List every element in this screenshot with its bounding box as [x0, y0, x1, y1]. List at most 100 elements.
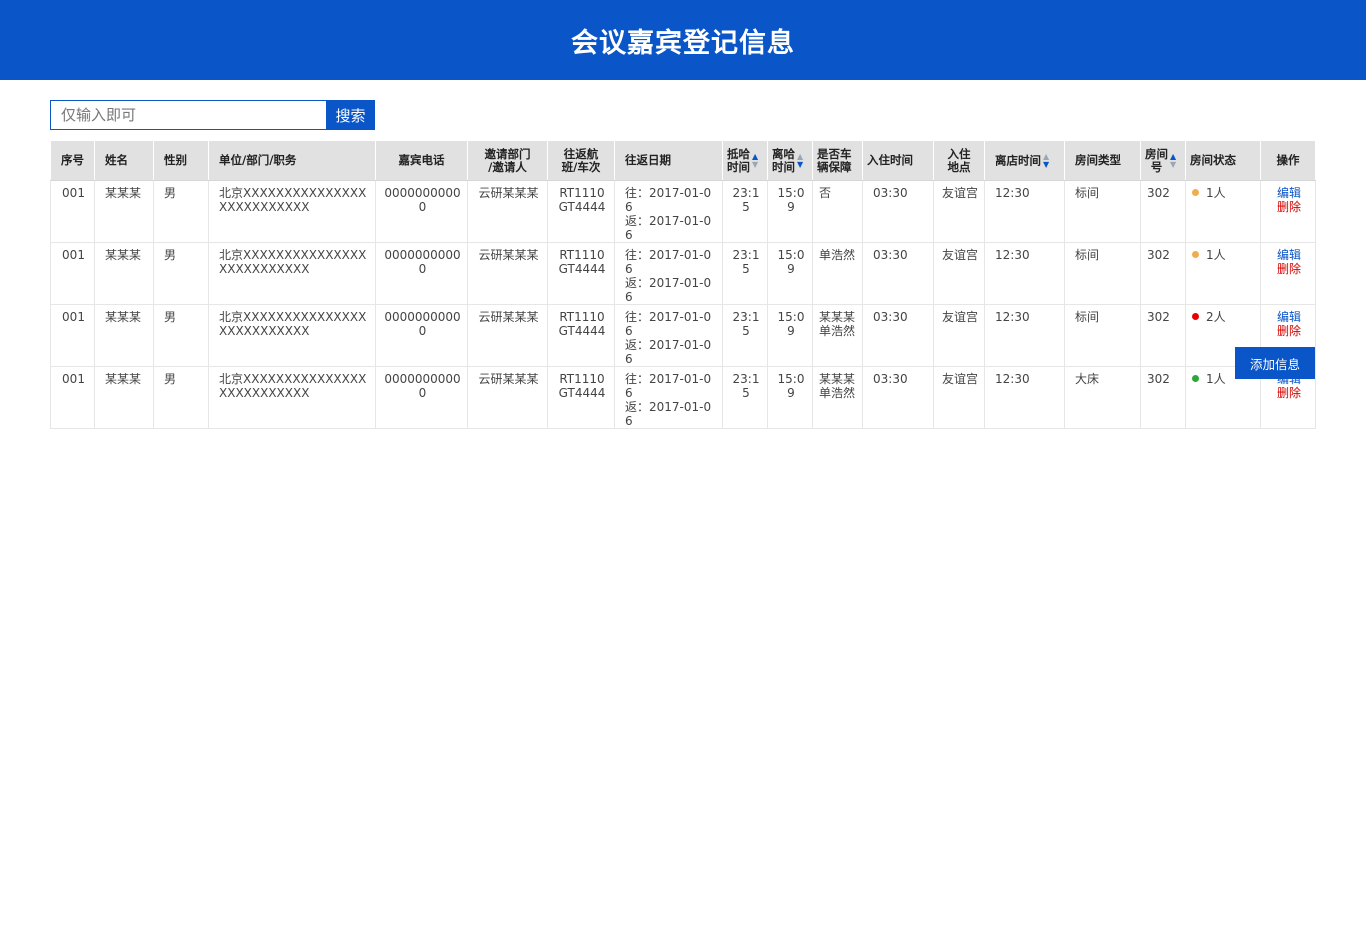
table-row: 001 某某某 男 北京XXXXXXXXXXXXXXXXXXXXXXXXXX 0…: [50, 366, 1316, 429]
cell-dept: 云研某某某: [467, 242, 548, 305]
col-checkin: 入住时间: [862, 140, 934, 181]
col-name: 姓名: [94, 140, 154, 181]
add-info-button[interactable]: 添加信息: [1235, 347, 1315, 379]
cell-place: 友谊宫: [933, 366, 985, 429]
cell-dept: 云研某某某: [467, 366, 548, 429]
cell-leave: 12:30: [984, 304, 1065, 367]
col-status: 房间状态: [1185, 140, 1261, 181]
cell-depart: 15:09: [767, 366, 813, 429]
cell-unit: 北京XXXXXXXXXXXXXXXXXXXXXXXXXX: [208, 180, 376, 243]
cell-date: 往：2017-01-06 返：2017-01-06: [614, 304, 723, 367]
col-place: 入住 地点: [933, 140, 985, 181]
edit-link[interactable]: 编辑: [1267, 310, 1311, 324]
page-title: 会议嘉宾登记信息: [571, 27, 795, 59]
delete-link[interactable]: 删除: [1267, 324, 1311, 338]
cell-roomno: 302: [1140, 366, 1186, 429]
page-header: 会议嘉宾登记信息: [0, 0, 1366, 80]
cell-status: 1人: [1185, 242, 1261, 305]
cell-vehicle: 某某某 单浩然: [812, 366, 863, 429]
cell-arrive: 23:15: [722, 304, 768, 367]
cell-arrive: 23:15: [722, 366, 768, 429]
status-dot-icon: [1192, 189, 1199, 196]
cell-phone: 00000000000: [375, 242, 468, 305]
delete-link[interactable]: 删除: [1267, 262, 1311, 276]
sort-icon[interactable]: ▲ ▼: [1043, 152, 1049, 169]
col-roomno[interactable]: 房间号 ▲ ▼: [1140, 140, 1186, 181]
cell-flight: RT1110 GT4444: [547, 304, 615, 367]
table-row: 001 某某某 男 北京XXXXXXXXXXXXXXXXXXXXXXXXXX 0…: [50, 304, 1316, 367]
cell-phone: 00000000000: [375, 366, 468, 429]
delete-link[interactable]: 删除: [1267, 386, 1311, 400]
status-dot-icon: [1192, 251, 1199, 258]
cell-checkin: 03:30: [862, 366, 934, 429]
sort-icon[interactable]: ▲ ▼: [797, 152, 803, 169]
guest-table: 序号 姓名 性别 单位/部门/职务 嘉宾电话 邀请部门/邀请人 往返航 班/车次 …: [50, 140, 1316, 429]
cell-vehicle: 单浩然: [812, 242, 863, 305]
edit-link[interactable]: 编辑: [1267, 248, 1311, 262]
cell-roomtype: 大床: [1064, 366, 1141, 429]
cell-date: 往：2017-01-06 返：2017-01-06: [614, 242, 723, 305]
cell-status: 1人: [1185, 180, 1261, 243]
search-input[interactable]: [50, 100, 326, 130]
cell-place: 友谊宫: [933, 304, 985, 367]
col-vehicle: 是否车 辆保障: [812, 140, 863, 181]
cell-roomtype: 标间: [1064, 180, 1141, 243]
cell-op: 编辑 删除: [1260, 180, 1316, 243]
cell-depart: 15:09: [767, 304, 813, 367]
cell-name: 某某某: [94, 366, 154, 429]
cell-arrive: 23:15: [722, 180, 768, 243]
delete-link[interactable]: 删除: [1267, 200, 1311, 214]
cell-seq: 001: [50, 304, 95, 367]
col-dept: 邀请部门/邀请人: [467, 140, 548, 181]
cell-phone: 00000000000: [375, 180, 468, 243]
col-flight: 往返航 班/车次: [547, 140, 615, 181]
col-op: 操作: [1260, 140, 1316, 181]
cell-leave: 12:30: [984, 242, 1065, 305]
cell-arrive: 23:15: [722, 242, 768, 305]
status-dot-icon: [1192, 313, 1199, 320]
cell-dept: 云研某某某: [467, 180, 548, 243]
table-row: 001 某某某 男 北京XXXXXXXXXXXXXXXXXXXXXXXXXX 0…: [50, 242, 1316, 305]
sort-icon[interactable]: ▲ ▼: [752, 152, 758, 169]
cell-gender: 男: [153, 304, 209, 367]
cell-date: 往：2017-01-06 返：2017-01-06: [614, 366, 723, 429]
cell-gender: 男: [153, 242, 209, 305]
cell-vehicle: 某某某 单浩然: [812, 304, 863, 367]
cell-flight: RT1110 GT4444: [547, 242, 615, 305]
col-roomtype: 房间类型: [1064, 140, 1141, 181]
cell-flight: RT1110 GT4444: [547, 180, 615, 243]
cell-flight: RT1110 GT4444: [547, 366, 615, 429]
cell-unit: 北京XXXXXXXXXXXXXXXXXXXXXXXXXX: [208, 304, 376, 367]
cell-phone: 00000000000: [375, 304, 468, 367]
col-seq: 序号: [50, 140, 95, 181]
cell-checkin: 03:30: [862, 304, 934, 367]
cell-seq: 001: [50, 366, 95, 429]
cell-roomno: 302: [1140, 304, 1186, 367]
status-dot-icon: [1192, 375, 1199, 382]
cell-gender: 男: [153, 180, 209, 243]
cell-name: 某某某: [94, 180, 154, 243]
cell-dept: 云研某某某: [467, 304, 548, 367]
table-row: 001 某某某 男 北京XXXXXXXXXXXXXXXXXXXXXXXXXX 0…: [50, 180, 1316, 243]
search-bar: 搜索: [50, 100, 375, 130]
col-arrive[interactable]: 抵哈 时间 ▲ ▼: [722, 140, 768, 181]
col-depart[interactable]: 离哈 时间 ▲ ▼: [767, 140, 813, 181]
cell-depart: 15:09: [767, 180, 813, 243]
sort-icon[interactable]: ▲ ▼: [1170, 152, 1176, 169]
col-leave[interactable]: 离店时间 ▲ ▼: [984, 140, 1065, 181]
cell-checkin: 03:30: [862, 180, 934, 243]
cell-checkin: 03:30: [862, 242, 934, 305]
cell-roomno: 302: [1140, 242, 1186, 305]
cell-unit: 北京XXXXXXXXXXXXXXXXXXXXXXXXXX: [208, 242, 376, 305]
table-header-row: 序号 姓名 性别 单位/部门/职务 嘉宾电话 邀请部门/邀请人 往返航 班/车次 …: [50, 140, 1316, 181]
cell-depart: 15:09: [767, 242, 813, 305]
cell-seq: 001: [50, 242, 95, 305]
cell-seq: 001: [50, 180, 95, 243]
col-gender: 性别: [153, 140, 209, 181]
edit-link[interactable]: 编辑: [1267, 186, 1311, 200]
cell-gender: 男: [153, 366, 209, 429]
cell-place: 友谊宫: [933, 180, 985, 243]
cell-leave: 12:30: [984, 180, 1065, 243]
cell-place: 友谊宫: [933, 242, 985, 305]
search-button[interactable]: 搜索: [326, 100, 375, 130]
